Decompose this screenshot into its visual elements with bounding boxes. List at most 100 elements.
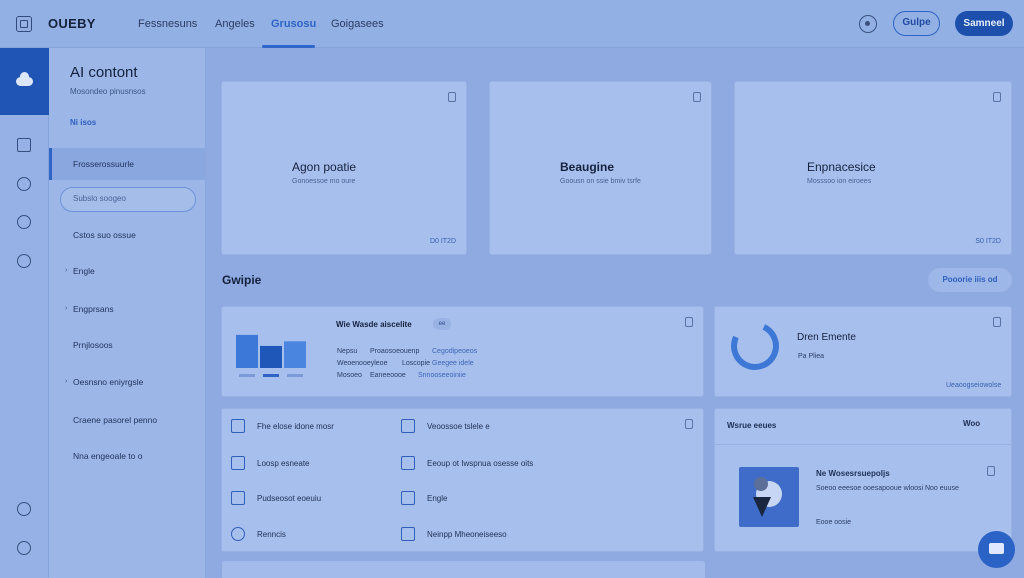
sidebar-item-5[interactable]: Prnjlosoos <box>49 329 205 361</box>
brand-name: OUEBY <box>48 16 96 31</box>
donut-card-meta: Pa Pliea <box>798 353 825 360</box>
chart-bar-2 <box>260 345 282 368</box>
rail-item-cloud[interactable] <box>0 48 49 115</box>
nav-tab-2[interactable]: Angeles <box>215 18 255 30</box>
sidebar-search-input[interactable]: Subslo soogeo <box>60 187 196 212</box>
chevron-right-icon: › <box>65 267 68 274</box>
item-meta: Eooe oosie <box>816 519 852 526</box>
check-box-icon <box>401 527 415 541</box>
edit-icon[interactable] <box>693 92 701 102</box>
gear-icon[interactable] <box>17 215 31 229</box>
sidebar-item-2[interactable]: Cstos suo ossue <box>49 219 205 251</box>
sidebar-item-8[interactable]: Nna engeoale to o <box>49 440 205 472</box>
card-footer: S0 IT2D <box>975 238 1001 245</box>
bookmark-icon[interactable] <box>685 317 693 327</box>
row-1-col-2: Proaosoeouenp <box>370 348 420 355</box>
section-action-button[interactable]: Pooorie iiis od <box>928 268 1012 292</box>
side-panel: AI contont Mosondeo pinusnsos Ni isos Fr… <box>49 48 206 578</box>
tools-icon <box>401 491 415 505</box>
list-item-4[interactable]: Eeoup ot Iwspnua osesse oits <box>427 459 533 468</box>
list-item-6[interactable]: Engle <box>427 494 447 503</box>
row-1-col-1: Nepsu <box>337 348 358 355</box>
active-tab-indicator <box>262 45 315 48</box>
bookmark-icon[interactable] <box>993 317 1001 327</box>
network-icon[interactable] <box>17 177 31 191</box>
bottom-card-edge <box>222 561 705 578</box>
right-card-header-right[interactable]: Woo <box>963 419 980 428</box>
list-item-8[interactable]: Neinpp Mheoneiseeso <box>427 530 507 539</box>
headset-icon <box>231 527 245 541</box>
sidebar-item-label: Engprsans <box>73 304 114 314</box>
icon-rail <box>0 48 49 578</box>
primary-button[interactable]: Samneel <box>955 11 1013 36</box>
bar-chart <box>236 334 306 377</box>
panel-subtitle: Mosondeo pinusnsos <box>70 87 146 96</box>
chevron-right-icon: › <box>65 305 68 312</box>
globe-icon[interactable] <box>17 502 31 516</box>
chart-bar-1 <box>236 334 258 368</box>
sidebar-item-3[interactable]: › Engle <box>49 255 205 287</box>
card-title: Agon poatie <box>292 160 357 174</box>
chart-chip[interactable]: ee <box>433 318 451 330</box>
chevron-right-icon: › <box>65 378 68 385</box>
user-icon <box>231 491 245 505</box>
nav-tab-3[interactable]: Grusosu <box>271 18 316 30</box>
card-subtitle: Gonoessoe mo oure <box>292 178 356 185</box>
summary-card-1[interactable]: Agon poatie Gonoessoe mo oure D0 IT2D <box>221 81 467 255</box>
grid-icon[interactable] <box>17 138 31 152</box>
outline-button[interactable]: Gulpe <box>893 11 940 36</box>
top-bar: OUEBY Fessnesuns Angeles Grusosu Goigase… <box>0 0 1024 48</box>
bookmark-icon[interactable] <box>993 92 1001 102</box>
clipboard-icon <box>231 419 245 433</box>
sidebar-item-6[interactable]: › Oesnsno eniyrgsle <box>49 366 205 398</box>
sidebar-item-7[interactable]: Craene pasorel penno <box>49 404 205 436</box>
list-item-5[interactable]: Pudseosot eoeuiu <box>257 494 321 503</box>
row-1-col-3: Cegodipeoeos <box>432 348 478 355</box>
list-item-3[interactable]: Loosp esneate <box>257 459 310 468</box>
settings-gear-icon[interactable] <box>859 15 877 33</box>
help-icon[interactable] <box>17 541 31 555</box>
card-footer: D0 IT2D <box>429 238 456 245</box>
right-card-header: Wsrue eeues <box>727 421 777 430</box>
row-2-col-1: Weoenooeyleoe <box>337 360 388 367</box>
chart-card-title: Wie Wasde aiscelite <box>336 320 412 329</box>
people-icon[interactable] <box>17 254 31 268</box>
list-item-2[interactable]: Veoossoe tslele e <box>427 422 490 431</box>
chat-fab-button[interactable] <box>978 531 1015 568</box>
transfer-icon <box>401 456 415 470</box>
row-3-col-1: Mosoeo <box>337 372 362 379</box>
donut-card-title: Dren Emente <box>797 332 856 343</box>
card-title: Beaugine <box>560 160 615 174</box>
chart-bar-label-1 <box>239 374 255 377</box>
cloud-icon <box>16 72 33 86</box>
card-subtitle: Goousn on ssie bmiv tsrfe <box>560 178 641 185</box>
section-title: Gwipie <box>222 273 262 287</box>
bookmark-icon[interactable] <box>448 92 456 102</box>
summary-card-2[interactable]: Beaugine Goousn on ssie bmiv tsrfe <box>489 81 712 255</box>
chart-bar-label-2 <box>263 374 279 377</box>
item-subtitle: Soeoo eeesoe ooesapooue wloosi Noo euuse <box>816 485 959 492</box>
sphere-shade <box>754 477 768 491</box>
donut-card-footer: Ueaoogseiowolse <box>946 382 1002 389</box>
card-title: Enpnacesice <box>807 160 876 174</box>
panel-link[interactable]: Ni isos <box>70 118 96 127</box>
list-item-7[interactable]: Renncis <box>257 530 286 539</box>
bookmark-icon[interactable] <box>685 419 693 429</box>
sidebar-item-4[interactable]: › Engprsans <box>49 293 205 325</box>
list-item-1[interactable]: Fhe elose idone mosr <box>257 422 334 431</box>
nav-tab-1[interactable]: Fessnesuns <box>138 18 197 30</box>
cone-shape <box>753 497 771 517</box>
item-thumbnail[interactable] <box>739 467 799 527</box>
card-icon <box>231 456 245 470</box>
brand-logo-icon <box>16 16 32 32</box>
nav-tab-4[interactable]: Goigasees <box>331 18 384 30</box>
bookmark-icon[interactable] <box>987 466 995 476</box>
summary-card-3[interactable]: Enpnacesice Mosssoo ion eiroees S0 IT2D <box>734 81 1012 255</box>
chart-bar-label-3 <box>287 374 303 377</box>
row-3-col-2: Eaneeoooe <box>370 372 406 379</box>
folder-icon <box>401 419 415 433</box>
divider <box>714 444 1012 445</box>
item-title[interactable]: Ne Wosesrsuepoljs <box>816 469 890 478</box>
row-3-col-3: Snnooseeoiniie <box>418 372 466 379</box>
sidebar-item-1[interactable]: Frosserossuurle <box>49 148 205 180</box>
